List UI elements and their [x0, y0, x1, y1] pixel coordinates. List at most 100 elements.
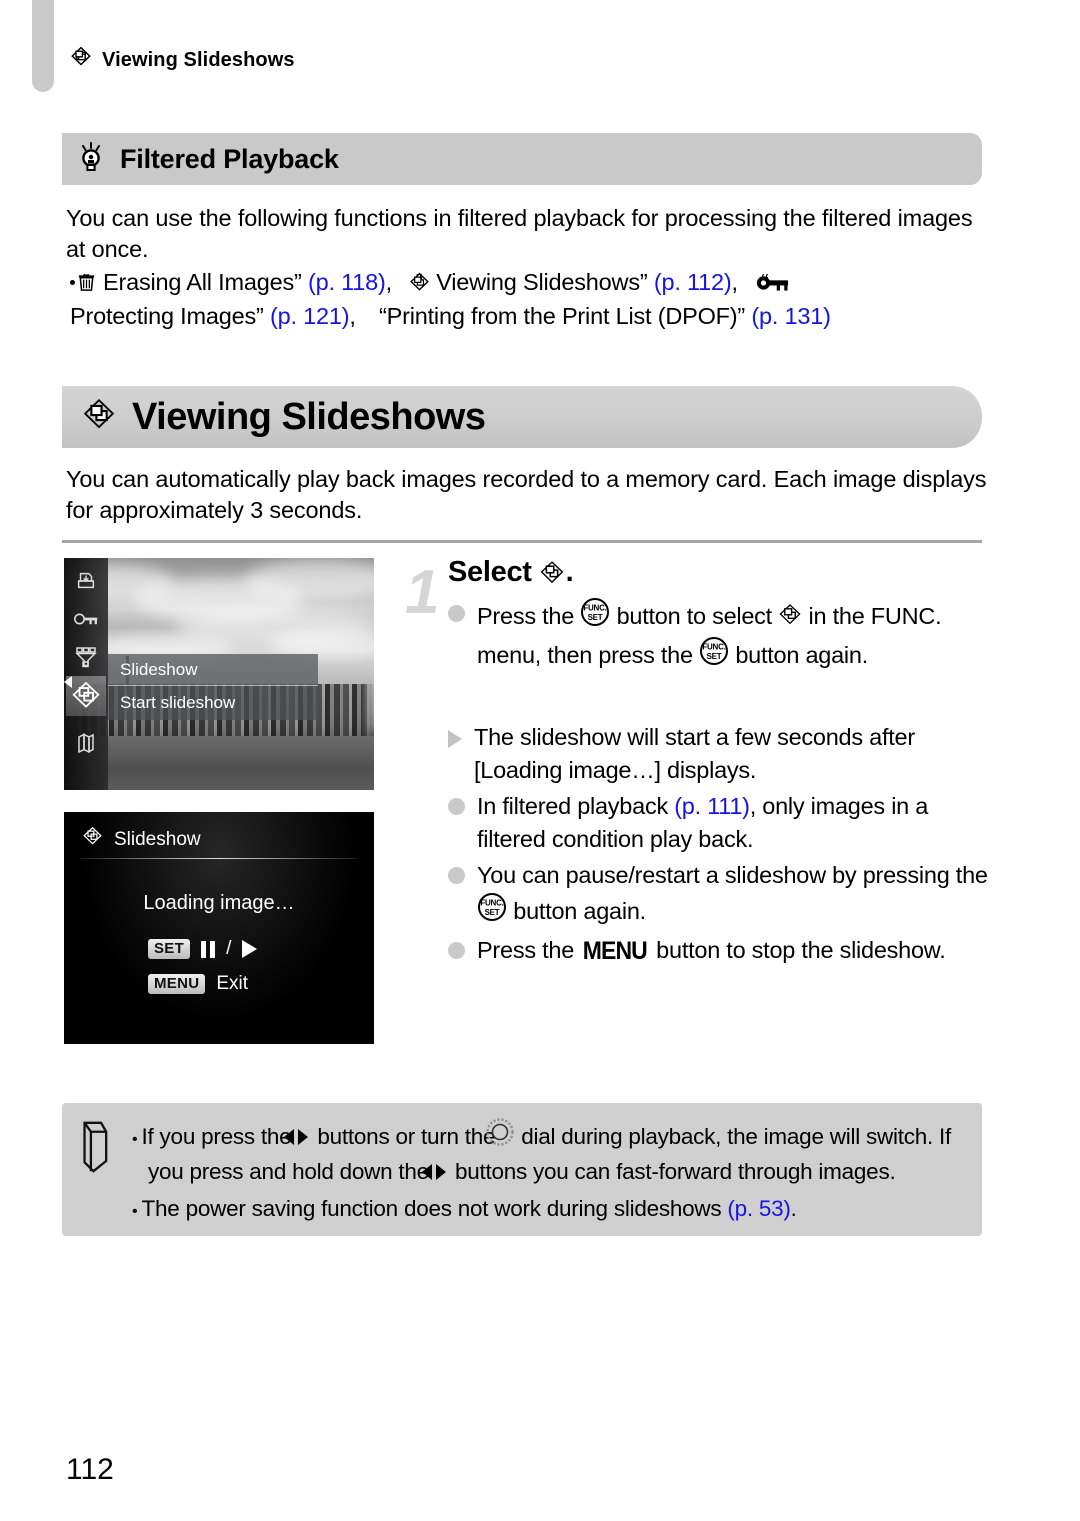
- bullet-marker: •: [132, 1131, 142, 1148]
- pencil-icon: [76, 1115, 116, 1224]
- group-images-icon[interactable]: [68, 726, 104, 760]
- section-intro-paragraph: You can automatically play back images r…: [66, 466, 987, 523]
- svg-text:SET: SET: [485, 908, 500, 917]
- protect-key-icon[interactable]: [68, 602, 104, 636]
- slideshow-screen-header: Slideshow: [82, 826, 201, 853]
- step-instructions: 1 Select . Press the FUNC. SET button to …: [405, 556, 995, 971]
- loading-message: Loading image…: [143, 892, 295, 914]
- svg-text:SET: SET: [707, 652, 722, 661]
- bullet-marker: •: [132, 1203, 142, 1220]
- selection-caret-icon: [64, 676, 72, 688]
- pause-icon: [201, 940, 216, 958]
- slideshow-icon: [778, 603, 802, 636]
- text-segment: Viewing Slideshows”: [429, 269, 654, 295]
- step-heading-suffix: .: [565, 556, 574, 588]
- camera-screenshot-loading: Slideshow Loading image… SET / MENU Exit: [64, 812, 374, 1044]
- running-head: Viewing Slideshows: [70, 46, 295, 74]
- list-item: “ Erasing All Images” (p. 118), “ Viewin…: [62, 267, 992, 301]
- instruction-text: Press the FUNC. SET button to select in t…: [477, 597, 995, 675]
- page-link[interactable]: (p. 131): [751, 303, 831, 329]
- instruction-text: In filtered playback (p. 111), only imag…: [477, 790, 995, 856]
- menu-key-row: MENU Exit: [148, 973, 248, 995]
- running-head-text: Viewing Slideshows: [102, 48, 295, 71]
- slideshow-screen-title: Slideshow: [114, 828, 201, 850]
- instruction-item: You can pause/restart a slideshow by pre…: [448, 859, 995, 931]
- text-segment: button again.: [507, 898, 646, 924]
- lightbulb-icon: [76, 141, 106, 178]
- func-menu-title-text: Slideshow: [120, 659, 198, 679]
- text-segment: button again.: [729, 642, 868, 668]
- func-menu-title: Slideshow: [108, 654, 318, 686]
- svg-text:FUNC.: FUNC.: [480, 899, 503, 908]
- set-key-row: SET /: [148, 938, 258, 960]
- horizontal-divider: [62, 540, 982, 543]
- note-item: • The power saving function does not wor…: [126, 1193, 966, 1228]
- section-title-bar: Viewing Slideshows: [62, 386, 982, 448]
- note-item: • If you press the buttons or turn the d…: [126, 1117, 966, 1191]
- set-key-badge[interactable]: SET: [148, 939, 191, 959]
- dot-bullet-icon: [448, 798, 465, 815]
- menu-button-label: MENU: [583, 937, 648, 965]
- func-set-button-icon: FUNC. SET: [477, 892, 507, 931]
- text-segment: If you press the: [141, 1124, 298, 1149]
- instruction-list: Press the FUNC. SET button to select in t…: [448, 597, 995, 968]
- camera-screenshot-func-menu: Slideshow Start slideshow: [64, 558, 374, 790]
- text-segment: .: [790, 1196, 797, 1221]
- bullet-marker: [70, 280, 75, 285]
- slideshow-icon: [70, 46, 92, 74]
- text-segment: Press the: [477, 603, 581, 629]
- sidebar-item-slideshow[interactable]: [66, 676, 106, 716]
- text-segment: In filtered playback: [477, 793, 675, 819]
- slideshow-icon: [539, 560, 565, 586]
- dot-bullet-icon: [448, 942, 465, 959]
- text-segment: button to stop the slideshow.: [649, 937, 946, 963]
- trash-icon: [78, 270, 97, 301]
- text-segment: button to select: [610, 603, 779, 629]
- control-dial-icon: [486, 1117, 515, 1156]
- text-segment: You can pause/restart a slideshow by pre…: [477, 862, 988, 888]
- page-link[interactable]: (p. 111): [674, 793, 750, 819]
- triangle-bullet-icon: [448, 730, 462, 748]
- svg-text:FUNC.: FUNC.: [584, 604, 607, 613]
- filtered-playback-paragraph: You can use the following functions in f…: [66, 205, 973, 262]
- instruction-item: Press the MENU button to stop the slides…: [448, 934, 995, 968]
- menu-key-action: Exit: [216, 973, 249, 994]
- menu-key-badge[interactable]: MENU: [148, 974, 206, 994]
- left-right-arrows-icon: [284, 1124, 311, 1156]
- instruction-item: Press the FUNC. SET button to select in t…: [448, 597, 995, 675]
- filtered-playback-functions-list: “ Erasing All Images” (p. 118), “ Viewin…: [62, 267, 992, 332]
- slideshow-icon: [82, 826, 103, 853]
- tip-title: Filtered Playback: [120, 143, 339, 174]
- print-icon[interactable]: [68, 564, 104, 598]
- instruction-item: The slideshow will start a few seconds a…: [448, 721, 995, 787]
- note-rows: • If you press the buttons or turn the d…: [126, 1115, 966, 1224]
- func-menu-item-label: Start slideshow: [120, 693, 236, 712]
- note-box: • If you press the buttons or turn the d…: [62, 1103, 982, 1236]
- page-link[interactable]: (p. 112): [654, 269, 732, 295]
- dot-bullet-icon: [448, 867, 465, 884]
- filter-funnel-icon[interactable]: [68, 640, 104, 674]
- func-menu-item-start-slideshow[interactable]: Start slideshow: [108, 686, 318, 720]
- text-segment: buttons or turn the: [311, 1124, 502, 1149]
- slideshow-icon: [82, 398, 116, 437]
- list-item-continued: Protecting Images” (p. 121), “Printing f…: [62, 301, 992, 332]
- screen-divider: [80, 858, 358, 859]
- dot-bullet-icon: [448, 605, 465, 622]
- instruction-text: You can pause/restart a slideshow by pre…: [477, 859, 995, 931]
- page-link[interactable]: (p. 118): [308, 269, 386, 295]
- instruction-text: Press the MENU button to stop the slides…: [477, 934, 995, 968]
- key-icon: [756, 270, 789, 301]
- step-heading-text: Select: [448, 556, 532, 588]
- page-link[interactable]: (p. 121): [270, 303, 350, 329]
- text-segment: , “Printing from the Print List (DPOF)”: [349, 303, 752, 329]
- play-icon: [242, 940, 258, 958]
- text-segment: Protecting Images”: [70, 303, 270, 329]
- svg-text:FUNC.: FUNC.: [702, 643, 725, 652]
- photo-water: [64, 736, 374, 790]
- func-set-button-icon: FUNC. SET: [699, 636, 729, 675]
- page-link[interactable]: (p. 53): [727, 1196, 791, 1221]
- instruction-item: In filtered playback (p. 111), only imag…: [448, 790, 995, 856]
- func-set-button-icon: FUNC. SET: [580, 597, 610, 636]
- page-title: Viewing Slideshows: [132, 395, 486, 438]
- page-number: 112: [66, 1453, 114, 1486]
